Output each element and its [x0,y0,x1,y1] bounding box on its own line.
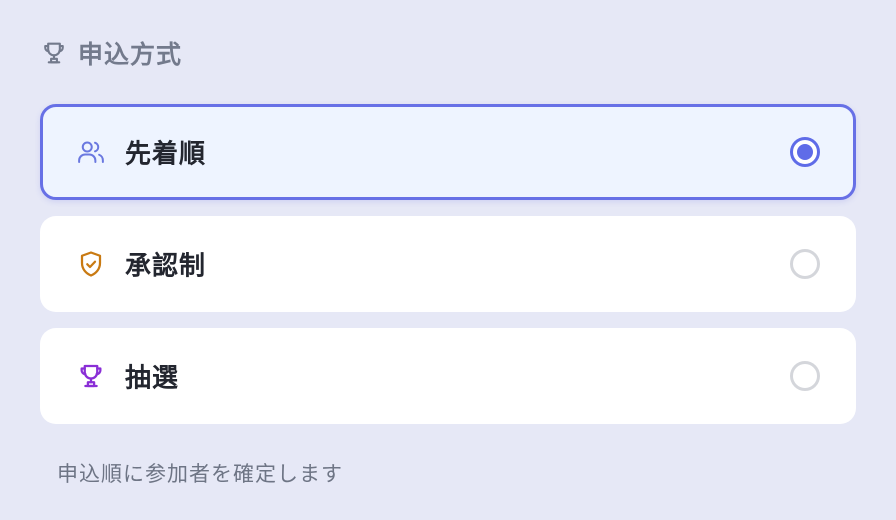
helper-text: 申込順に参加者を確定します [57,462,343,486]
radio-button[interactable] [790,361,820,391]
option-lottery[interactable]: 抽選 [40,328,856,424]
option-label: 抽選 [125,363,180,394]
trophy-icon [80,364,102,388]
option-approval[interactable]: 承認制 [40,216,856,312]
option-label: 承認制 [125,251,207,282]
registration-method-panel: 申込方式 先着順 承認制 抽選 申込順に参加者を確定します [0,0,896,520]
section-title: 申込方式 [78,40,183,69]
radio-button[interactable] [790,249,820,279]
radio-button-selected[interactable] [790,137,820,167]
shield-check-icon [80,251,102,277]
trophy-icon [44,42,64,64]
section-header: 申込方式 [40,36,182,70]
radio-dot [797,144,813,160]
option-first-come[interactable]: 先着順 [40,104,856,200]
users-icon [78,141,104,163]
option-label: 先着順 [125,139,207,170]
